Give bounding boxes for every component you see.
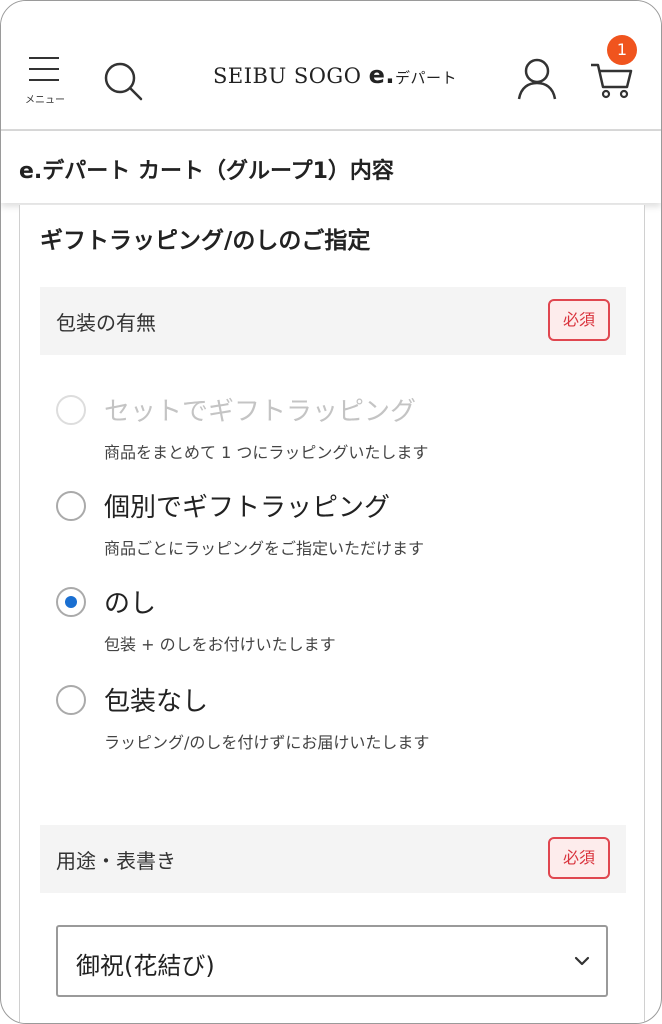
cart-group-title: e.デパート カート（グループ1）内容 (19, 159, 394, 184)
required-badge: 必須 (548, 299, 610, 341)
user-icon (517, 58, 557, 100)
section-title: ギフトラッピング/のしのご指定 (40, 228, 371, 254)
menu-icon (29, 57, 59, 59)
option-individual-wrapping[interactable]: 個別でギフトラッピング 商品ごとにラッピングをご指定いただけます (56, 485, 616, 575)
menu-button[interactable]: メニュー (23, 55, 67, 107)
search-button[interactable] (101, 59, 145, 103)
logo-brand: SEIBU SOGO (213, 64, 362, 88)
cart-count-badge: 1 (607, 35, 637, 65)
logo-e: e. (368, 61, 396, 89)
option-title[interactable]: 個別でギフトラッピング (104, 487, 390, 524)
cart-group-bar: e.デパート カート（グループ1）内容 (1, 131, 661, 203)
option-set-wrapping: セットでギフトラッピング 商品をまとめて 1 つにラッピングいたします (56, 389, 616, 479)
packaging-label: 包装の有無 (56, 311, 156, 335)
usage-label: 用途・表書き (56, 849, 176, 873)
gift-options-card: ギフトラッピング/のしのご指定 包装の有無 必須 セットでギフトラッピング 商品… (19, 205, 645, 1023)
radio-individual-wrapping[interactable] (56, 491, 86, 521)
option-description: 商品ごとにラッピングをご指定いただけます (104, 539, 425, 558)
option-noshi[interactable]: のし 包装 + のしをお付けいたします (56, 581, 616, 671)
menu-icon-bar (29, 79, 59, 81)
option-description: 商品をまとめて 1 つにラッピングいたします (104, 443, 429, 462)
radio-no-wrapping[interactable] (56, 685, 86, 715)
radio-noshi[interactable] (56, 587, 86, 617)
menu-label: メニュー (25, 95, 65, 106)
chevron-down-icon (574, 956, 590, 966)
menu-icon-bar (29, 68, 59, 70)
required-badge: 必須 (548, 837, 610, 879)
account-button[interactable] (515, 57, 559, 103)
search-icon (104, 62, 143, 101)
usage-select[interactable]: 御祝(花結び) (56, 925, 608, 997)
option-title: セットでギフトラッピング (104, 397, 417, 427)
option-title[interactable]: のし (104, 583, 156, 620)
option-description: ラッピング/のしを付けずにお届けいたします (104, 733, 430, 752)
radio-set-wrapping (56, 395, 86, 425)
option-no-wrapping[interactable]: 包装なし ラッピング/のしを付けずにお届けいたします (56, 679, 616, 769)
app-frame: メニュー SEIBU SOGO e.デパート 1 e.デパート カート（グループ… (0, 0, 662, 1024)
site-logo[interactable]: SEIBU SOGO e.デパート (213, 61, 457, 93)
logo-suffix: デパート (395, 69, 458, 87)
option-description: 包装 + のしをお付けいたします (104, 635, 336, 654)
usage-select-value: 御祝(花結び) (76, 952, 215, 980)
site-header: メニュー SEIBU SOGO e.デパート 1 (1, 1, 661, 131)
usage-field-header: 用途・表書き 必須 (40, 825, 626, 893)
packaging-field-header: 包装の有無 必須 (40, 287, 626, 355)
option-title[interactable]: 包装なし (104, 681, 208, 718)
